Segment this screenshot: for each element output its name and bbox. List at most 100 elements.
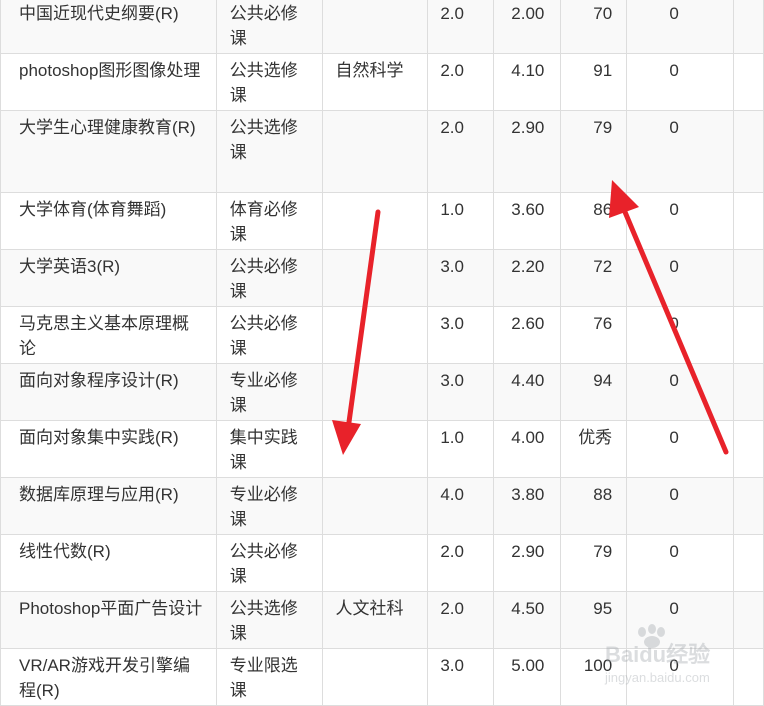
- course-score: 94: [560, 363, 628, 421]
- course-type: 公共选修课: [215, 591, 323, 649]
- course-credit: 3.0: [427, 306, 495, 364]
- course-credit: 2.0: [427, 591, 495, 649]
- course-credit: 3.0: [427, 363, 495, 421]
- course-other: 0: [626, 477, 734, 535]
- course-credit: 3.0: [427, 249, 495, 307]
- extra-cell: [732, 363, 764, 421]
- course-type: 专业必修课: [215, 363, 323, 421]
- course-other: 0: [626, 591, 734, 649]
- course-category: [321, 306, 429, 364]
- table-row: VR/AR游戏开发引擎编程(R) 专业限选课 3.0 5.00 100 0: [0, 648, 764, 706]
- course-category: [321, 534, 429, 592]
- table-row: 数据库原理与应用(R) 专业必修课 4.0 3.80 88 0: [0, 477, 764, 535]
- course-score: 优秀: [560, 420, 628, 478]
- course-name: 中国近现代史纲要(R): [0, 0, 217, 54]
- course-type: 专业必修课: [215, 477, 323, 535]
- course-type: 体育必修课: [215, 192, 323, 250]
- course-name: photoshop图形图像处理: [0, 53, 217, 111]
- course-category: [321, 363, 429, 421]
- grade-point: 3.60: [493, 192, 562, 250]
- course-name: 面向对象程序设计(R): [0, 363, 217, 421]
- course-category: [321, 249, 429, 307]
- course-category: 人文社科: [321, 591, 429, 649]
- extra-cell: [732, 110, 764, 193]
- course-type: 公共必修课: [215, 0, 323, 54]
- extra-cell: [732, 192, 764, 250]
- course-name: 线性代数(R): [0, 534, 217, 592]
- table-row: 大学生心理健康教育(R) 公共选修课 2.0 2.90 79 0: [0, 110, 764, 193]
- course-score: 76: [560, 306, 628, 364]
- course-type: 公共必修课: [215, 534, 323, 592]
- grade-point: 2.00: [493, 0, 562, 54]
- grades-table: 中国近现代史纲要(R) 公共必修课 2.0 2.00 70 0 photoshop图形图像处…: [0, 0, 764, 706]
- table-row: photoshop图形图像处理 公共选修课 自然科学 2.0 4.10 91 0: [0, 53, 764, 111]
- course-category: [321, 110, 429, 193]
- course-type: 公共必修课: [215, 306, 323, 364]
- course-name: 马克思主义基本原理概论: [0, 306, 217, 364]
- course-score: 79: [560, 110, 628, 193]
- course-score: 100: [560, 648, 628, 706]
- course-credit: 2.0: [427, 110, 495, 193]
- table-row: 大学英语3(R) 公共必修课 3.0 2.20 72 0: [0, 249, 764, 307]
- grade-point: 4.10: [493, 53, 562, 111]
- course-score: 86: [560, 192, 628, 250]
- extra-cell: [732, 420, 764, 478]
- course-category: [321, 192, 429, 250]
- course-credit: 1.0: [427, 192, 495, 250]
- course-credit: 2.0: [427, 534, 495, 592]
- course-other: 0: [626, 53, 734, 111]
- course-score: 72: [560, 249, 628, 307]
- course-other: 0: [626, 110, 734, 193]
- course-name: 大学体育(体育舞蹈): [0, 192, 217, 250]
- table-row: 面向对象集中实践(R) 集中实践课 1.0 4.00 优秀 0: [0, 420, 764, 478]
- grade-point: 2.20: [493, 249, 562, 307]
- course-other: 0: [626, 249, 734, 307]
- course-name: 数据库原理与应用(R): [0, 477, 217, 535]
- course-credit: 1.0: [427, 420, 495, 478]
- course-credit: 2.0: [427, 53, 495, 111]
- course-score: 91: [560, 53, 628, 111]
- course-category: [321, 0, 429, 54]
- course-other: 0: [626, 0, 734, 54]
- course-category: [321, 420, 429, 478]
- course-type: 集中实践课: [215, 420, 323, 478]
- grade-point: 2.90: [493, 534, 562, 592]
- course-other: 0: [626, 648, 734, 706]
- course-score: 88: [560, 477, 628, 535]
- course-other: 0: [626, 363, 734, 421]
- extra-cell: [732, 0, 764, 54]
- course-type: 公共必修课: [215, 249, 323, 307]
- table-row: 中国近现代史纲要(R) 公共必修课 2.0 2.00 70 0: [0, 0, 764, 54]
- course-other: 0: [626, 192, 734, 250]
- course-other: 0: [626, 306, 734, 364]
- course-credit: 4.0: [427, 477, 495, 535]
- course-type: 公共选修课: [215, 53, 323, 111]
- extra-cell: [732, 591, 764, 649]
- course-credit: 2.0: [427, 0, 495, 54]
- course-name: 大学生心理健康教育(R): [0, 110, 217, 193]
- grade-point: 3.80: [493, 477, 562, 535]
- course-score: 79: [560, 534, 628, 592]
- course-category: [321, 477, 429, 535]
- course-score: 70: [560, 0, 628, 54]
- table-row: Photoshop平面广告设计 公共选修课 人文社科 2.0 4.50 95 0: [0, 591, 764, 649]
- course-type: 专业限选课: [215, 648, 323, 706]
- grade-point: 4.00: [493, 420, 562, 478]
- grade-point: 4.50: [493, 591, 562, 649]
- extra-cell: [732, 249, 764, 307]
- grade-point: 2.60: [493, 306, 562, 364]
- grade-point: 4.40: [493, 363, 562, 421]
- course-credit: 3.0: [427, 648, 495, 706]
- course-other: 0: [626, 534, 734, 592]
- extra-cell: [732, 648, 764, 706]
- extra-cell: [732, 306, 764, 364]
- table-row: 面向对象程序设计(R) 专业必修课 3.0 4.40 94 0: [0, 363, 764, 421]
- course-type: 公共选修课: [215, 110, 323, 193]
- extra-cell: [732, 53, 764, 111]
- course-name: 大学英语3(R): [0, 249, 217, 307]
- course-category: [321, 648, 429, 706]
- table-row: 马克思主义基本原理概论 公共必修课 3.0 2.60 76 0: [0, 306, 764, 364]
- course-name: 面向对象集中实践(R): [0, 420, 217, 478]
- course-name: VR/AR游戏开发引擎编程(R): [0, 648, 217, 706]
- grade-point: 2.90: [493, 110, 562, 193]
